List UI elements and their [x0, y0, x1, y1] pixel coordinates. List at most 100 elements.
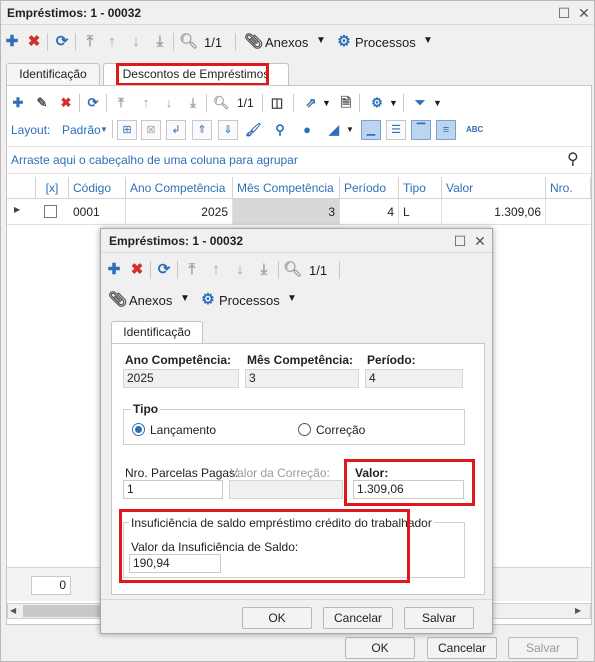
- refresh-icon[interactable]: ⟳: [155, 261, 173, 279]
- processes-menu[interactable]: Processos: [355, 35, 416, 50]
- spellcheck-icon[interactable]: ABC: [466, 125, 483, 134]
- parcelas-pagas-field[interactable]: 1: [123, 480, 223, 499]
- move-up-icon[interactable]: ⇑: [192, 120, 212, 140]
- paperclip-icon[interactable]: 📎︎: [108, 291, 127, 309]
- delete-icon[interactable]: ✖: [58, 95, 74, 111]
- search-icon[interactable]: 🔍︎: [283, 261, 302, 279]
- radio-correcao-label[interactable]: Correção: [316, 423, 365, 437]
- radio-lancamento-label[interactable]: Lançamento: [150, 423, 216, 437]
- delete-icon[interactable]: ✖: [25, 33, 43, 51]
- processes-menu[interactable]: Processos: [219, 293, 280, 308]
- toolbar-separator: [75, 33, 76, 51]
- save-button[interactable]: Salvar: [404, 607, 474, 629]
- document-icon[interactable]: 🗎: [338, 95, 354, 111]
- close-icon[interactable]: ✕: [575, 4, 593, 22]
- gear-icon[interactable]: ⚙: [199, 291, 217, 309]
- refresh-icon[interactable]: ⟳: [53, 33, 71, 51]
- chevron-down-icon[interactable]: ▼: [100, 125, 108, 134]
- move-down-icon[interactable]: ⇓: [218, 120, 238, 140]
- grid-header-valor[interactable]: Valor: [442, 177, 546, 199]
- first-record-icon[interactable]: ⤒: [113, 95, 129, 111]
- paint-icon[interactable]: 🖌︎: [245, 122, 262, 138]
- cell-valor: 1.309,06: [442, 199, 546, 225]
- ok-button[interactable]: OK: [345, 637, 415, 659]
- chart-icon[interactable]: ◢: [326, 122, 342, 138]
- periodo-field[interactable]: 4: [365, 369, 463, 388]
- cancel-button[interactable]: Cancelar: [427, 637, 497, 659]
- search-icon[interactable]: 🔍︎: [213, 95, 230, 111]
- gear-icon[interactable]: ⚙: [369, 95, 385, 111]
- chevron-down-icon[interactable]: ▼: [389, 98, 398, 108]
- first-record-icon[interactable]: ⤒: [183, 261, 201, 279]
- layout-split-icon[interactable]: ☰: [386, 120, 406, 140]
- edit-icon[interactable]: ✎: [34, 95, 50, 111]
- grid-header-select[interactable]: [x]: [36, 177, 69, 199]
- chevron-down-icon[interactable]: ▼: [346, 125, 354, 134]
- layout-bottom-icon[interactable]: ▁: [361, 120, 381, 140]
- grid-header-periodo[interactable]: Período: [340, 177, 399, 199]
- grid-header-codigo[interactable]: Código: [69, 177, 126, 199]
- annexes-menu[interactable]: Anexos: [129, 293, 172, 308]
- scroll-right-icon[interactable]: ▶: [575, 606, 581, 615]
- next-record-icon[interactable]: ↓: [161, 95, 177, 111]
- remove-row-icon[interactable]: ⊠: [141, 120, 161, 140]
- grid-header-mes[interactable]: Mês Competência: [233, 177, 340, 199]
- maximize-icon[interactable]: ☐: [451, 232, 469, 250]
- tab-identificacao[interactable]: Identificação: [111, 321, 203, 343]
- gear-icon[interactable]: ⚙: [335, 33, 353, 51]
- chevron-down-icon[interactable]: ▼: [287, 293, 297, 304]
- radio-correcao[interactable]: [298, 423, 311, 436]
- toolbar-separator: [403, 94, 404, 112]
- previous-record-icon[interactable]: ↑: [103, 33, 121, 51]
- add-row-icon[interactable]: ⊞: [117, 120, 137, 140]
- scroll-left-icon[interactable]: ◀: [10, 606, 16, 615]
- cancel-button[interactable]: Cancelar: [323, 607, 393, 629]
- refresh-icon[interactable]: ⟳: [85, 95, 101, 111]
- toolbar-separator: [278, 261, 279, 279]
- add-icon[interactable]: ✚: [105, 261, 123, 279]
- close-icon[interactable]: ✕: [471, 232, 489, 250]
- grid-header-nro-parcelas[interactable]: Nro. Pa: [546, 177, 591, 199]
- save-button[interactable]: Salvar: [508, 637, 578, 659]
- ok-button[interactable]: OK: [242, 607, 312, 629]
- layout-list-icon[interactable]: ≡: [436, 120, 456, 140]
- last-record-icon[interactable]: ⤓: [255, 261, 273, 279]
- move-icon[interactable]: ↲: [166, 120, 186, 140]
- annexes-menu[interactable]: Anexos: [265, 35, 308, 50]
- row-checkbox[interactable]: [44, 205, 57, 218]
- parcelas-pagas-label: Nro. Parcelas Pagas:: [125, 466, 239, 480]
- radio-lancamento[interactable]: [132, 423, 145, 436]
- mes-competencia-field[interactable]: 3: [245, 369, 359, 388]
- chevron-down-icon[interactable]: ▼: [316, 35, 326, 46]
- columns-icon[interactable]: ◫: [269, 95, 285, 111]
- chevron-down-icon[interactable]: ▼: [423, 35, 433, 46]
- first-record-icon[interactable]: ⤒: [81, 33, 99, 51]
- ano-competencia-field[interactable]: 2025: [123, 369, 239, 388]
- pin-icon[interactable]: ⚲: [272, 122, 288, 138]
- last-record-icon[interactable]: ⤓: [151, 33, 169, 51]
- layout-select[interactable]: Padrão: [62, 123, 101, 137]
- next-record-icon[interactable]: ↓: [127, 33, 145, 51]
- chevron-down-icon[interactable]: ▼: [180, 293, 190, 304]
- shapes-icon[interactable]: ●: [299, 122, 315, 138]
- grid-header-tipo[interactable]: Tipo: [399, 177, 442, 199]
- search-icon[interactable]: ⚲: [567, 149, 579, 169]
- export-icon[interactable]: ⇗: [303, 95, 319, 111]
- tab-identificacao[interactable]: Identificação: [6, 63, 100, 85]
- grid-header-ano[interactable]: Ano Competência: [126, 177, 233, 199]
- chevron-down-icon[interactable]: ▼: [322, 98, 331, 108]
- add-icon[interactable]: ✚: [10, 95, 26, 111]
- next-record-icon[interactable]: ↓: [231, 261, 249, 279]
- layout-top-icon[interactable]: ▔: [411, 120, 431, 140]
- previous-record-icon[interactable]: ↑: [138, 95, 154, 111]
- previous-record-icon[interactable]: ↑: [207, 261, 225, 279]
- maximize-icon[interactable]: ☐: [555, 4, 573, 22]
- search-icon[interactable]: 🔍︎: [179, 33, 198, 51]
- last-record-icon[interactable]: ⤓: [185, 95, 201, 111]
- add-icon[interactable]: ✚: [3, 33, 21, 51]
- chevron-down-icon[interactable]: ▼: [433, 98, 442, 108]
- delete-icon[interactable]: ✖: [128, 261, 146, 279]
- valor-correcao-field[interactable]: [229, 480, 343, 499]
- filter-icon[interactable]: ⏷: [412, 95, 428, 111]
- paperclip-icon[interactable]: 📎︎: [244, 33, 263, 51]
